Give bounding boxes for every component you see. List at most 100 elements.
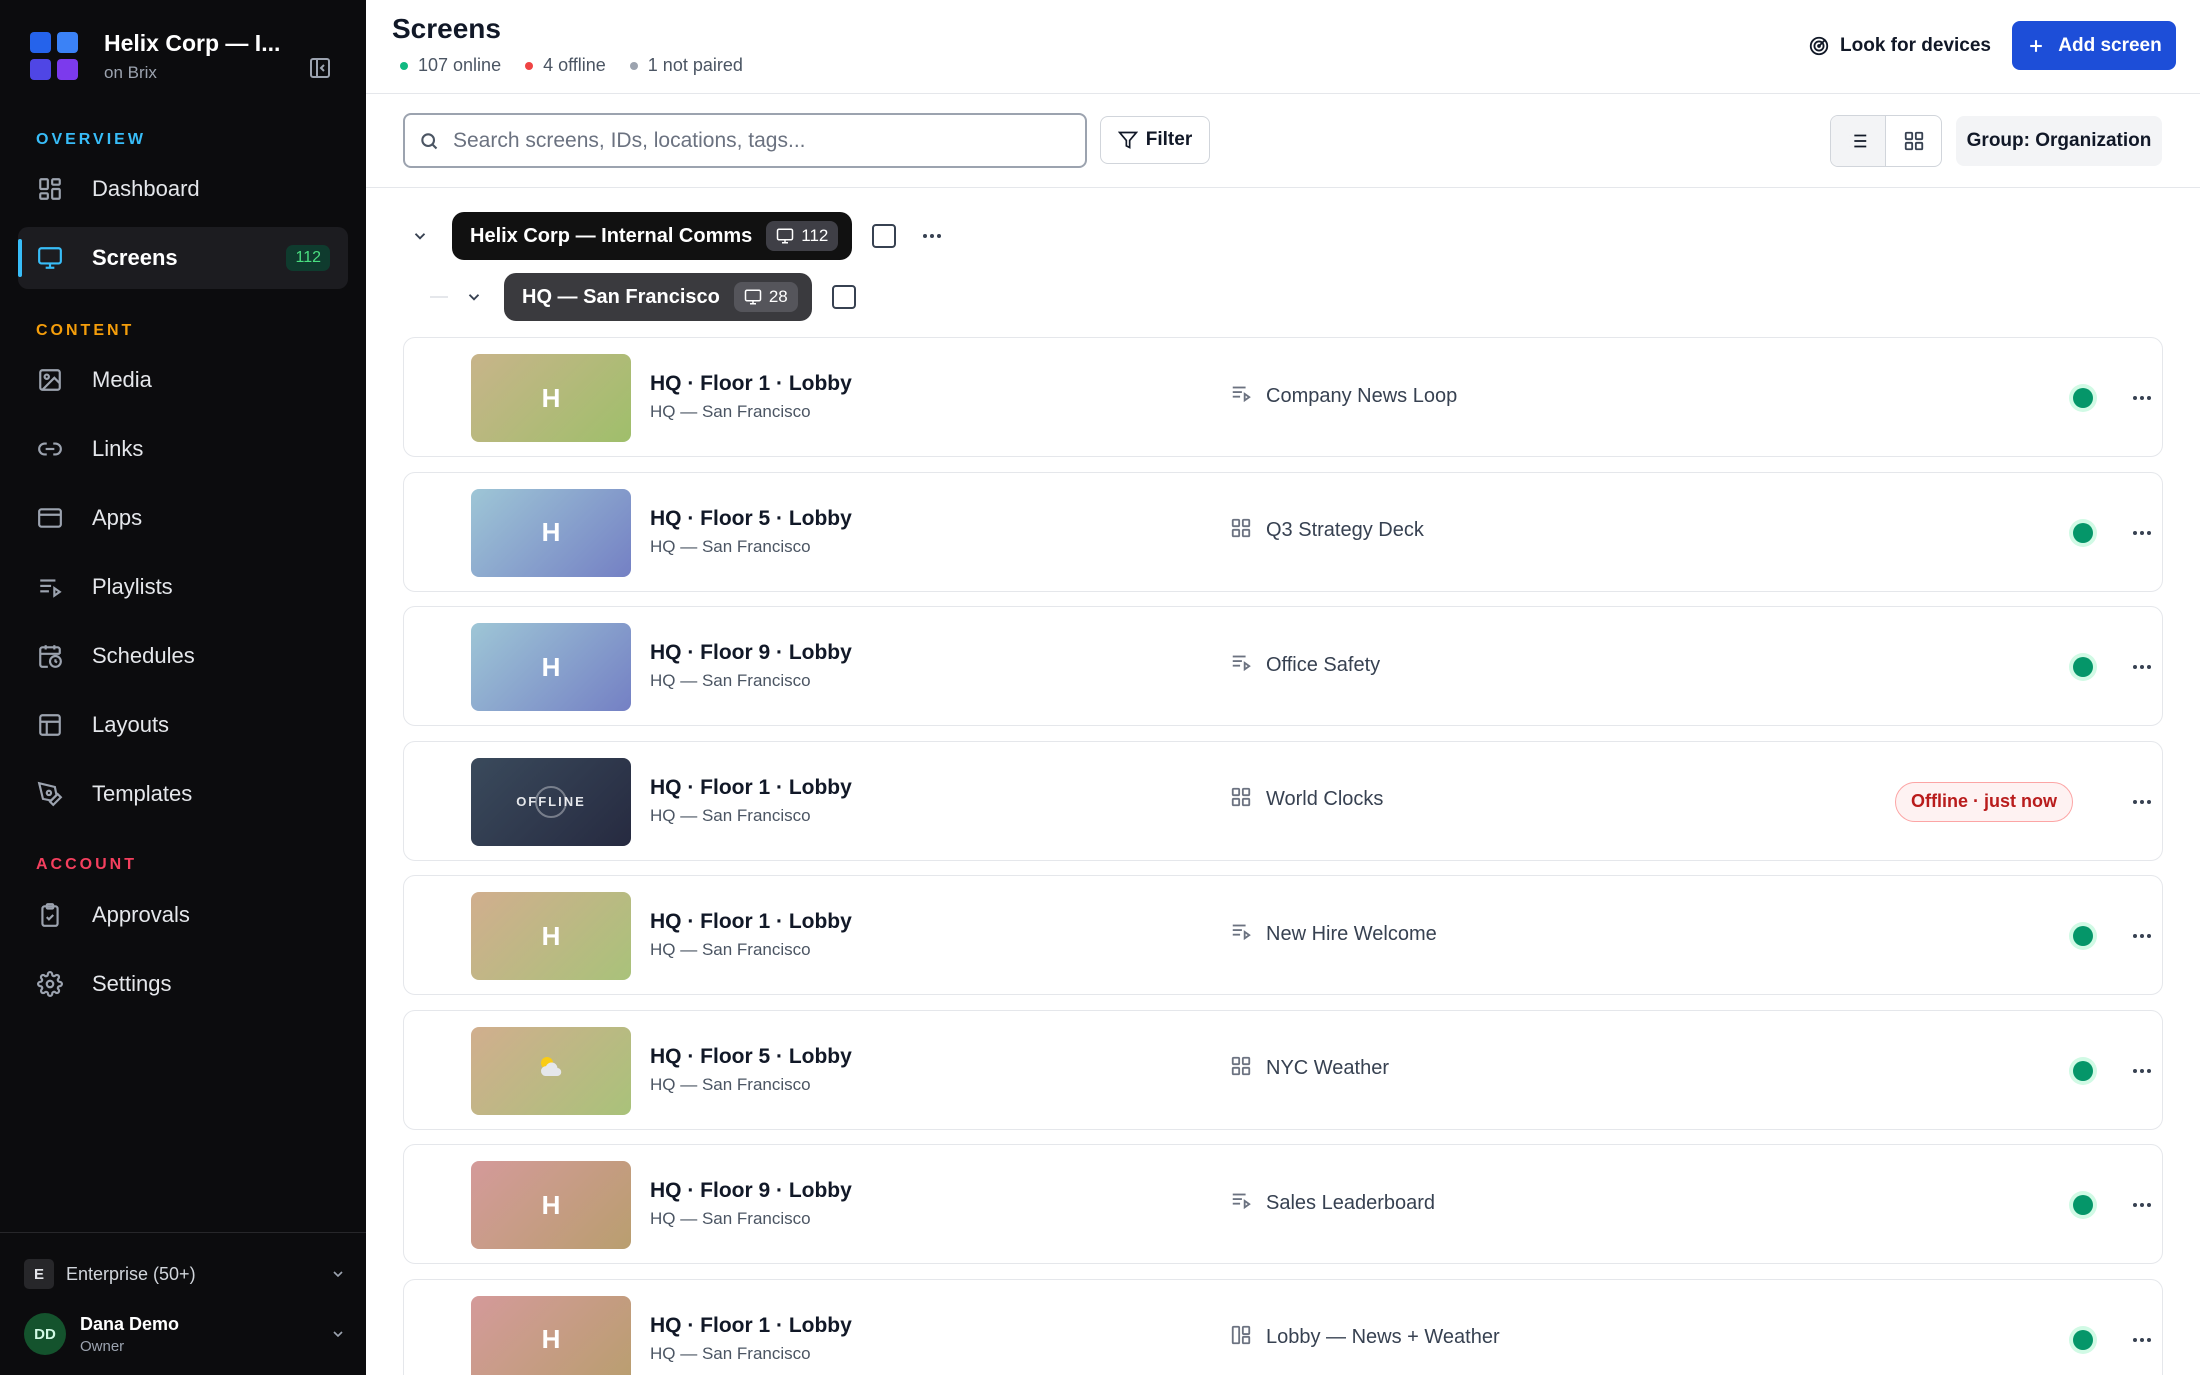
toolbar: Filter Group: Organization [366,94,2200,188]
thumbnail-letter: H [541,920,561,951]
assigned-content[interactable]: Company News Loop [1230,382,1457,410]
search-input[interactable] [453,128,1053,153]
chevron-down-icon [468,294,480,301]
sidebar-item-approvals[interactable]: Approvals [18,884,348,946]
sidebar-item-media[interactable]: Media [18,349,348,411]
sidebar-item-label: Screens [92,245,178,270]
row-more-button[interactable] [2130,790,2154,819]
more-horizontal-icon [2130,1068,2154,1087]
sidebar: Helix Corp — I... on Brix OVERVIEW Dashb… [0,0,366,1375]
assigned-content[interactable]: Q3 Strategy Deck [1230,517,1424,545]
grid-view-button[interactable] [1886,116,1941,166]
sidebar-item-label: Dashboard [92,176,200,201]
sidebar-item-playlists[interactable]: Playlists [18,556,348,618]
sidebar-item-label: Media [92,367,152,392]
screen-location: HQ — San Francisco [650,805,811,825]
screen-name: HQ · Floor 9 · Lobby [650,641,852,664]
not-paired-dot [629,61,638,70]
row-more-button[interactable] [2130,386,2154,415]
search-box[interactable] [403,113,1087,168]
org-switcher[interactable]: Helix Corp — I... on Brix [30,30,280,83]
site-collapse-toggle[interactable] [462,285,486,309]
page-title: Screens [392,13,501,44]
site-group-pill[interactable]: HQ — San Francisco 28 [504,273,812,321]
row-more-button[interactable] [2130,1328,2154,1357]
online-status-dot [2073,388,2093,408]
playlist-icon [1230,651,1252,679]
sidebar-item-layouts[interactable]: Layouts [18,694,348,756]
group-by-button[interactable]: Group: Organization [1956,116,2162,166]
filter-button[interactable]: Filter [1100,116,1210,164]
collapse-sidebar-button[interactable] [306,54,334,82]
screens-count-badge: 112 [286,245,330,271]
sidebar-item-apps[interactable]: Apps [18,487,348,549]
assigned-content[interactable]: Office Safety [1230,651,1380,679]
screen-row[interactable]: H HQ · Floor 1 · Lobby HQ — San Francisc… [403,337,2163,457]
site-group-label: HQ — San Francisco [522,285,720,308]
assigned-content[interactable]: Sales Leaderboard [1230,1189,1435,1217]
org-collapse-toggle[interactable] [408,224,432,248]
org-select-checkbox[interactable] [872,224,897,248]
row-more-button[interactable] [2130,521,2154,550]
plan-switcher[interactable]: E Enterprise (50+) [24,1257,346,1291]
sidebar-item-settings[interactable]: Settings [18,953,348,1015]
content-name: Sales Leaderboard [1266,1191,1436,1214]
sidebar-item-schedules[interactable]: Schedules [18,625,348,687]
dashboard-icon [36,175,64,203]
assigned-content[interactable]: New Hire Welcome [1230,920,1437,948]
row-more-button[interactable] [2130,655,2154,684]
screen-row[interactable]: OFFLINE HQ · Floor 1 · Lobby HQ — San Fr… [403,740,2163,861]
offline-count: 4 offline [543,55,606,75]
add-screen-button[interactable]: Add screen [2012,21,2176,70]
org-more-button[interactable] [920,224,944,248]
sidebar-item-templates[interactable]: Templates [18,763,348,825]
row-more-button[interactable] [2130,1193,2154,1222]
org-count-value: 112 [801,226,829,245]
assigned-content[interactable]: Lobby — News + Weather [1230,1324,1500,1352]
online-status-dot [2073,1195,2093,1215]
screen-thumbnail [471,1026,631,1115]
screen-row[interactable]: H HQ · Floor 1 · Lobby HQ — San Francisc… [403,875,2163,995]
org-group-header: Helix Corp — Internal Comms 112 [408,212,944,260]
not-paired-stat: 1 not paired [629,55,743,76]
assigned-content[interactable]: World Clocks [1230,786,1383,814]
more-horizontal-icon [2130,1337,2154,1356]
screen-row[interactable]: H HQ · Floor 9 · Lobby HQ — San Francisc… [403,606,2163,726]
screen-row[interactable]: H HQ · Floor 5 · Lobby HQ — San Francisc… [403,471,2163,592]
chevron-down-icon [414,233,426,240]
list-view-button[interactable] [1831,116,1887,166]
app-grid-icon [1230,1055,1252,1083]
screen-row[interactable]: H HQ · Floor 1 · Lobby HQ — San Francisc… [403,1278,2163,1375]
list-icon [1849,134,1867,148]
sidebar-item-label: Templates [92,781,193,806]
screen-row[interactable]: HQ · Floor 5 · Lobby HQ — San Francisco … [403,1009,2163,1130]
user-role: Owner [80,1337,125,1355]
site-select-checkbox[interactable] [831,285,856,309]
sidebar-item-links[interactable]: Links [18,418,348,480]
screen-row[interactable]: H HQ · Floor 9 · Lobby HQ — San Francisc… [403,1144,2163,1264]
filter-icon [1117,131,1138,149]
assigned-content[interactable]: NYC Weather [1230,1055,1389,1083]
row-more-button[interactable] [2130,1059,2154,1088]
look-for-devices-button[interactable]: Look for devices [1808,28,1991,64]
user-menu[interactable]: DD Dana Demo Owner [24,1309,346,1359]
logo-square-1 [30,31,51,53]
power-ring-icon [535,785,567,818]
more-horizontal-icon [2130,1203,2154,1221]
sidebar-item-label: Playlists [92,574,173,599]
screen-name: HQ · Floor 1 · Lobby [650,775,852,799]
org-group-pill[interactable]: Helix Corp — Internal Comms 112 [452,212,853,260]
org-group-label: Helix Corp — Internal Comms [470,224,753,247]
chevron-down-icon [330,1266,346,1287]
sidebar-item-dashboard[interactable]: Dashboard [18,158,348,220]
monitor-icon [777,228,794,244]
screen-thumbnail: H [471,488,631,577]
add-screen-label: Add screen [2058,34,2162,56]
status-badge: Offline · just now [1895,781,2073,822]
clipboard-check-icon [36,901,64,929]
image-icon [36,366,64,394]
more-horizontal-icon [2130,530,2154,549]
row-more-button[interactable] [2130,924,2154,953]
content-name: NYC Weather [1266,1057,1390,1079]
sidebar-item-screens[interactable]: Screens 112 [18,227,348,289]
